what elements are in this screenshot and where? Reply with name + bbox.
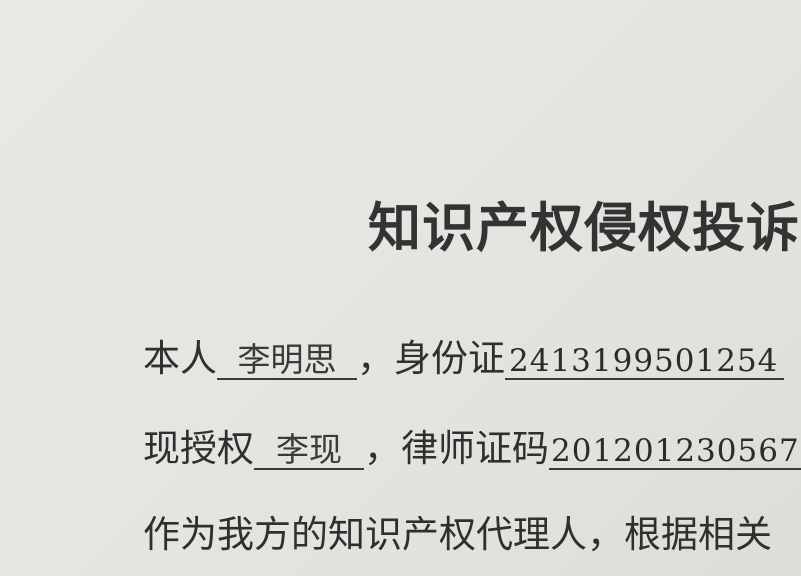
id-number: 2413199501254 xyxy=(505,345,785,380)
license-number: 201201230567 xyxy=(549,435,801,470)
document-title: 知识产权侵权投诉 xyxy=(368,198,800,259)
authorize-label: 现授权 xyxy=(143,427,254,470)
principal-name: 李明思 xyxy=(217,342,357,380)
id-label: ，身份证 xyxy=(357,337,505,380)
purpose-line: 作为我方的知识产权代理人，根据相关 xyxy=(143,513,772,556)
agent-name: 李现 xyxy=(254,432,364,470)
agent-line: 现授权 李现 ，律师证码201201230567 xyxy=(143,418,801,472)
principal-line: 本人 李明思 ，身份证 2413199501254 xyxy=(143,328,785,382)
license-label: ，律师证码 xyxy=(364,427,549,470)
document-page: 知识产权侵权投诉 本人 李明思 ，身份证 2413199501254 现授权 李现 ，律师… xyxy=(0,0,801,576)
principal-label: 本人 xyxy=(143,337,217,380)
